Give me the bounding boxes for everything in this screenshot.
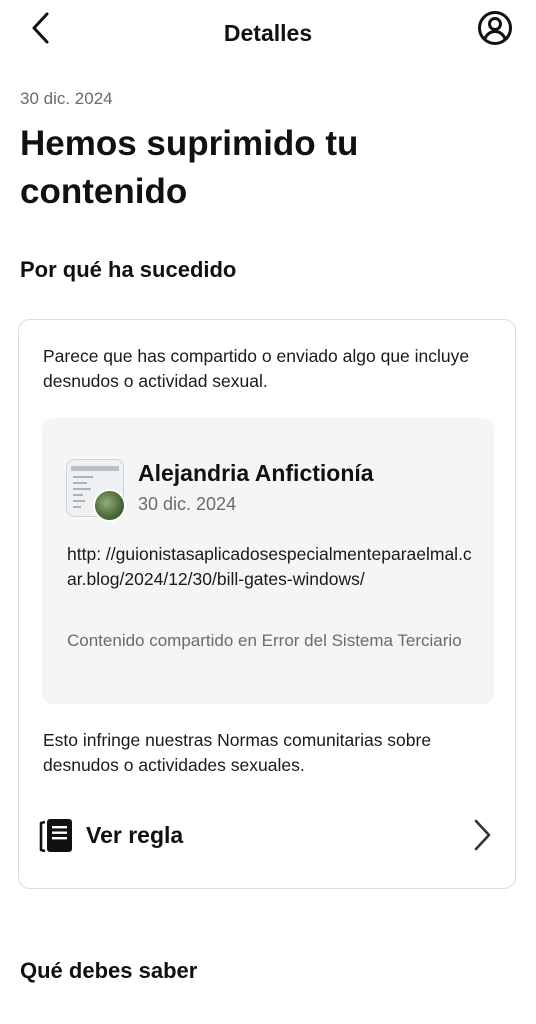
chevron-right-icon [474, 819, 491, 851]
account-button[interactable] [476, 9, 514, 47]
view-rule-label: Ver regla [86, 822, 184, 848]
user-avatar [93, 489, 126, 522]
notice-date: 30 dic. 2024 [20, 89, 113, 108]
why-intro-text: Parece que has compartido o enviado algo… [43, 346, 470, 391]
rulebook-icon [39, 819, 72, 853]
post-author: Alejandria Anfictionía [138, 460, 374, 486]
view-rule-button[interactable]: Ver regla [31, 808, 501, 862]
post-avatar [66, 459, 128, 522]
page-title: Detalles [223, 20, 313, 46]
account-circle-icon [478, 11, 512, 45]
top-bar: Detalles [0, 0, 536, 68]
post-date: 30 dic. 2024 [138, 494, 237, 514]
know-section-title: Qué debes saber [20, 958, 198, 983]
why-card: Parece que has compartido o enviado algo… [18, 319, 516, 889]
post-url: http: //guionistasaplicadosespecialmente… [67, 544, 472, 589]
why-section-title: Por qué ha sucedido [20, 257, 237, 282]
removed-post-preview[interactable]: Alejandria Anfictionía 30 dic. 2024 http… [42, 418, 494, 704]
violation-text: Esto infringe nuestras Normas comunitari… [43, 730, 432, 775]
notice-headline: Hemos suprimido tu contenido [20, 124, 359, 211]
post-context: Contenido compartido en Error del Sistem… [67, 631, 462, 650]
